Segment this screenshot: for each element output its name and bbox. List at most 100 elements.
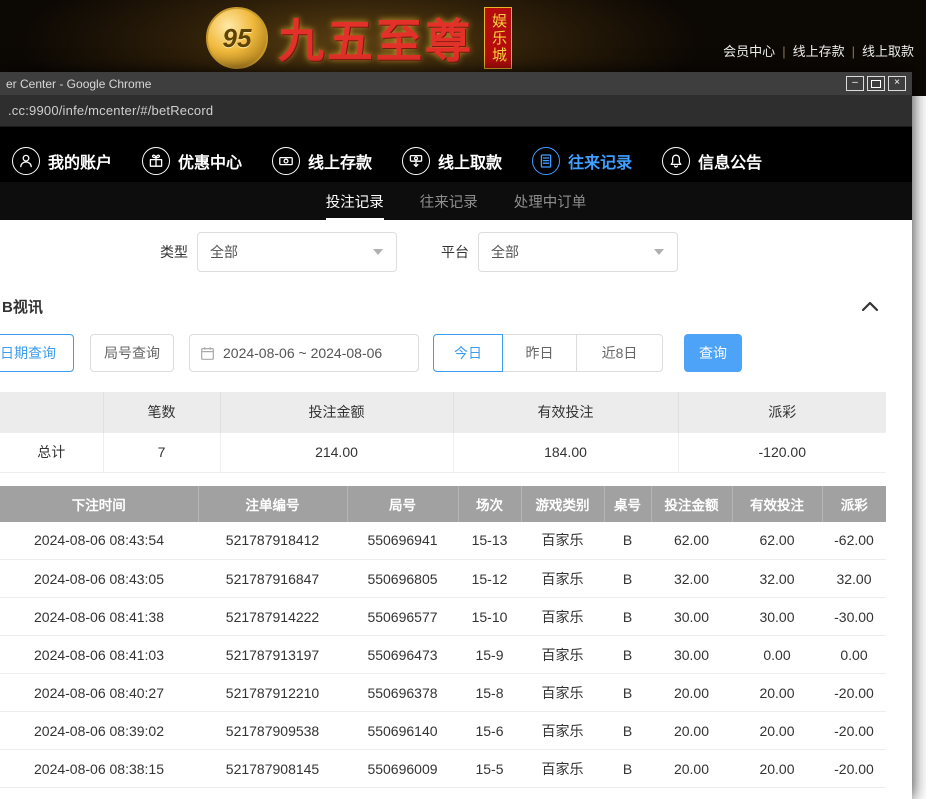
site-logo-title: 九五至尊 [278,5,474,71]
type-filter-label: 类型 [160,242,188,262]
table-no-cell: B [604,636,651,674]
bet-amount-cell[interactable]: 20.00 [651,712,732,750]
round-no-cell: 550696941 [347,522,458,560]
platform-select[interactable]: 全部 [478,232,678,272]
table-row: 2024-08-06 08:39:02521787909538550696140… [0,712,886,750]
collapse-section-button[interactable] [858,296,882,316]
bet-time-cell: 2024-08-06 08:43:54 [0,522,198,560]
tab-pending-orders[interactable]: 处理中订单 [514,182,587,220]
nav-item-deposit[interactable]: 线上存款 [272,147,372,175]
records-icon [532,147,560,175]
link-online-withdraw[interactable]: 线上取款 [862,44,914,59]
nav-item-label: 我的账户 [48,149,112,173]
header-session: 场次 [458,486,521,522]
total-bet-amount: 214.00 [220,432,453,472]
address-bar[interactable]: .cc:9900/infe/mcenter/#/betRecord [0,95,912,127]
round-no-cell: 550696577 [347,598,458,636]
link-member-center[interactable]: 会员中心 [723,44,775,59]
game-type-cell: 百家乐 [521,674,604,712]
nav-strip: 我的账户 优惠中心 线上存款 [0,127,912,182]
bet-table-header-row: 下注时间 注单编号 局号 场次 游戏类别 桌号 投注金额 有效投注 派彩 [0,486,886,522]
table-no-cell: B [604,598,651,636]
quick-date-group: 今日 昨日 近8日 [433,334,663,372]
header-bet-amount: 投注金额 [651,486,732,522]
table-no-cell: B [604,522,651,560]
round-query-button[interactable]: 局号查询 [90,334,174,372]
session-cell: 15-6 [458,712,521,750]
chevron-down-icon [372,248,384,256]
header-game-type: 游戏类别 [521,486,604,522]
minimize-icon[interactable]: – [846,76,864,91]
tab-transaction-records[interactable]: 往来记录 [420,182,478,220]
valid-bet-cell: 20.00 [732,750,822,788]
date-range-value: 2024-08-06 ~ 2024-08-06 [223,345,382,361]
payout-cell: -20.00 [822,712,886,750]
total-valid-bet: 184.00 [453,432,678,472]
table-row: 2024-08-06 08:40:27521787912210550696378… [0,674,886,712]
summary-header-valid-bet: 有效投注 [453,392,678,432]
game-type-cell: 百家乐 [521,598,604,636]
query-toolbar: 日期查询 局号查询 2024-08-06 ~ 2024-08-06 今日 昨日 … [0,334,912,372]
session-cell: 15-8 [458,674,521,712]
gift-icon [142,147,170,175]
round-no-cell: 550696378 [347,674,458,712]
link-separator: | [782,44,785,59]
valid-bet-cell: 20.00 [732,674,822,712]
nav-item-announcements[interactable]: 信息公告 [662,147,762,175]
date-range-input[interactable]: 2024-08-06 ~ 2024-08-06 [189,334,419,372]
bet-amount-cell[interactable]: 62.00 [651,522,732,560]
window-titlebar: er Center - Google Chrome – × [0,72,912,95]
bet-amount-cell[interactable]: 30.00 [651,636,732,674]
valid-bet-cell: 62.00 [732,522,822,560]
header-valid-bet: 有效投注 [732,486,822,522]
close-icon[interactable]: × [888,76,906,91]
date-query-button[interactable]: 日期查询 [0,334,74,372]
tab-bet-records[interactable]: 投注记录 [326,182,384,220]
bet-time-cell: 2024-08-06 08:43:05 [0,560,198,598]
payout-cell: -20.00 [822,750,886,788]
today-button[interactable]: 今日 [433,334,503,372]
bet-amount-cell[interactable]: 20.00 [651,750,732,788]
type-select[interactable]: 全部 [197,232,397,272]
summary-header-blank [0,392,103,432]
game-type-cell: 百家乐 [521,560,604,598]
header-round-no: 局号 [347,486,458,522]
bet-amount-cell[interactable]: 30.00 [651,598,732,636]
nav-item-transaction-records[interactable]: 往来记录 [532,147,632,175]
payout-cell: -30.00 [822,598,886,636]
table-row: 2024-08-06 08:41:03521787913197550696473… [0,636,886,674]
link-online-deposit[interactable]: 线上存款 [793,44,845,59]
table-row: 2024-08-06 08:38:15521787908145550696009… [0,750,886,788]
table-row: 2024-08-06 08:41:38521787914222550696577… [0,598,886,636]
nav-item-my-account[interactable]: 我的账户 [12,147,112,175]
nav-item-promotions[interactable]: 优惠中心 [142,147,242,175]
header-order-no: 注单编号 [198,486,347,522]
maximize-icon[interactable] [867,76,885,91]
nav-item-withdraw[interactable]: 线上取款 [402,147,502,175]
payout-cell: -20.00 [822,674,886,712]
session-cell: 15-10 [458,598,521,636]
filter-row: 类型 全部 平台 全部 [160,232,912,272]
platform-select-value: 全部 [491,242,519,262]
nav-item-label: 线上存款 [308,149,372,173]
valid-bet-cell: 20.00 [732,712,822,750]
session-cell: 15-9 [458,636,521,674]
search-button[interactable]: 查询 [684,334,742,372]
total-payout: -120.00 [678,432,886,472]
bet-table-body: 2024-08-06 08:43:54521787918412550696941… [0,522,886,788]
bet-amount-cell[interactable]: 32.00 [651,560,732,598]
table-no-cell: B [604,674,651,712]
bet-time-cell: 2024-08-06 08:39:02 [0,712,198,750]
coin-icon: 95 [206,7,268,69]
session-cell: 15-12 [458,560,521,598]
nav-item-label: 线上取款 [438,149,502,173]
bet-amount-cell[interactable]: 20.00 [651,674,732,712]
bet-time-cell: 2024-08-06 08:40:27 [0,674,198,712]
round-no-cell: 550696473 [347,636,458,674]
platform-filter-label: 平台 [441,242,469,262]
summary-total-row: 总计 7 214.00 184.00 -120.00 [0,432,886,472]
yesterday-button[interactable]: 昨日 [502,334,577,372]
section-header: B视讯 [2,292,882,320]
bet-records-table: 下注时间 注单编号 局号 场次 游戏类别 桌号 投注金额 有效投注 派彩 202… [0,486,886,789]
last-8-days-button[interactable]: 近8日 [576,334,663,372]
